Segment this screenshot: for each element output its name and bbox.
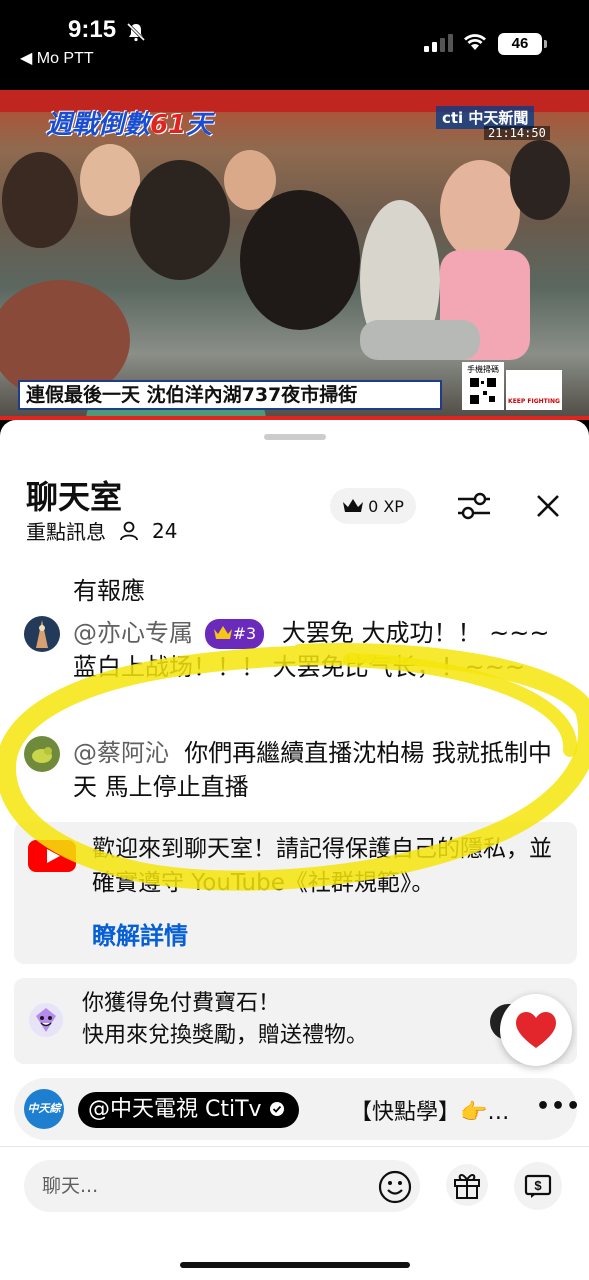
chat-message: @亦心专属 #3 大罢免 大成功！！ ~~~ 蓝白上战场！！！ 大罢免比气长，！… xyxy=(24,616,569,726)
status-bar: 9:15 ◀ Mo PTT 46 xyxy=(0,0,589,90)
chat-input[interactable] xyxy=(42,1160,382,1212)
video-player[interactable]: 週戰倒數61天 cti 中天新聞 21:14:50 連假最後一天 沈伯洋內湖73… xyxy=(0,90,589,420)
pinned-text: 【快點學】👉… xyxy=(350,1100,510,1125)
verified-check-icon xyxy=(269,1102,284,1116)
super-chat-button[interactable]: $ xyxy=(514,1162,562,1210)
welcome-notice: 歡迎來到聊天室！請記得保護自己的隱私，並確實遵守 YouTube《社群規範》。 … xyxy=(14,822,577,964)
learn-more-link[interactable]: 瞭解詳情 xyxy=(92,916,188,951)
cellular-signal-icon xyxy=(424,34,453,52)
home-indicator[interactable] xyxy=(180,1262,410,1268)
welcome-text: 歡迎來到聊天室！請記得保護自己的隱私，並確實遵守 YouTube《社群規範》。 xyxy=(92,836,552,896)
gem-mascot-icon xyxy=(29,1003,63,1037)
gift-icon xyxy=(454,1174,480,1199)
gift-button[interactable] xyxy=(446,1164,488,1206)
video-banner-title: 週戰倒數61天 xyxy=(46,110,213,140)
channel-avatar[interactable]: 中天綜合 xyxy=(24,1089,64,1155)
message-text: 有報應 xyxy=(73,577,145,605)
gems-line2: 快用來兌換獎勵，贈送禮物。 xyxy=(82,1023,369,1048)
chat-title: 聊天室 xyxy=(26,478,123,516)
broadcast-clock: 21:14:50 xyxy=(484,126,550,140)
emoji-icon[interactable] xyxy=(378,1170,412,1204)
chat-message: @蔡阿沁 你們再繼續直播沈柏楊 我就抵制中天 馬上停止直播 xyxy=(24,736,569,812)
pinned-message[interactable]: 中天綜合 @中天電視 CtiTv 【快點學】👉… ••• xyxy=(14,1078,580,1155)
divider xyxy=(0,1146,589,1147)
settings-sliders-icon[interactable] xyxy=(456,490,492,522)
like-reaction-button[interactable] xyxy=(500,994,572,1066)
channel-name-chip[interactable]: @中天電視 CtiTv xyxy=(78,1092,299,1128)
chat-input-container[interactable] xyxy=(24,1160,420,1212)
heart-icon xyxy=(516,1012,556,1048)
youtube-logo-icon xyxy=(28,840,76,872)
viewer-count: 24 xyxy=(152,518,178,543)
gems-line1: 你獲得免付費寶石！ xyxy=(82,991,281,1016)
chat-mode-label[interactable]: 重點訊息 xyxy=(26,516,106,545)
avatar[interactable] xyxy=(24,736,60,772)
gems-notice[interactable]: 你獲得免付費寶石！ 快用來兌換獎勵，贈送禮物。 xyxy=(14,978,577,1064)
qr-label: 手機掃碼 xyxy=(467,365,499,374)
keep-fighting-logo: KEEP FIGHTING xyxy=(506,370,562,410)
news-caption: 連假最後一天 沈伯洋內湖737夜市掃街 xyxy=(18,380,442,410)
crown-icon xyxy=(343,499,364,512)
drag-handle[interactable] xyxy=(264,434,326,440)
member-badge: #3 xyxy=(204,619,265,649)
gems-text: 你獲得免付費寶石！ 快用來兌換獎勵，贈送禮物。 xyxy=(82,988,368,1052)
more-options-icon[interactable]: ••• xyxy=(536,1094,580,1124)
chat-subtitle-row[interactable]: 重點訊息 24 xyxy=(26,516,177,545)
person-icon xyxy=(120,521,138,540)
message-body: @亦心专属 #3 大罢免 大成功！！ ~~~ 蓝白上战场！！！ 大罢免比气长，！… xyxy=(73,616,569,684)
xp-button[interactable]: 0 XP xyxy=(330,488,416,524)
battery-indicator: 46 xyxy=(498,33,547,55)
clock-time: 9:15 xyxy=(68,16,117,43)
xp-value: 0 XP xyxy=(368,496,404,516)
avatar[interactable] xyxy=(24,616,60,652)
silent-bell-icon xyxy=(126,22,146,42)
live-chat-panel: 聊天室 重點訊息 24 0 XP 有報應 @亦心专属 #3 大罢免 大成功！！ … xyxy=(0,420,589,1280)
svg-text:$: $ xyxy=(534,1178,542,1193)
author-name[interactable]: @蔡阿沁 xyxy=(73,739,169,767)
close-icon[interactable] xyxy=(534,492,562,520)
chat-message: 有報應 xyxy=(24,572,569,606)
message-body: @蔡阿沁 你們再繼續直播沈柏楊 我就抵制中天 馬上停止直播 xyxy=(73,736,569,804)
author-name[interactable]: @亦心专属 xyxy=(73,619,193,647)
back-to-app-link[interactable]: ◀ Mo PTT xyxy=(20,48,94,68)
crown-icon xyxy=(213,626,232,639)
wifi-icon xyxy=(464,34,486,50)
super-chat-dollar-icon: $ xyxy=(524,1174,552,1198)
